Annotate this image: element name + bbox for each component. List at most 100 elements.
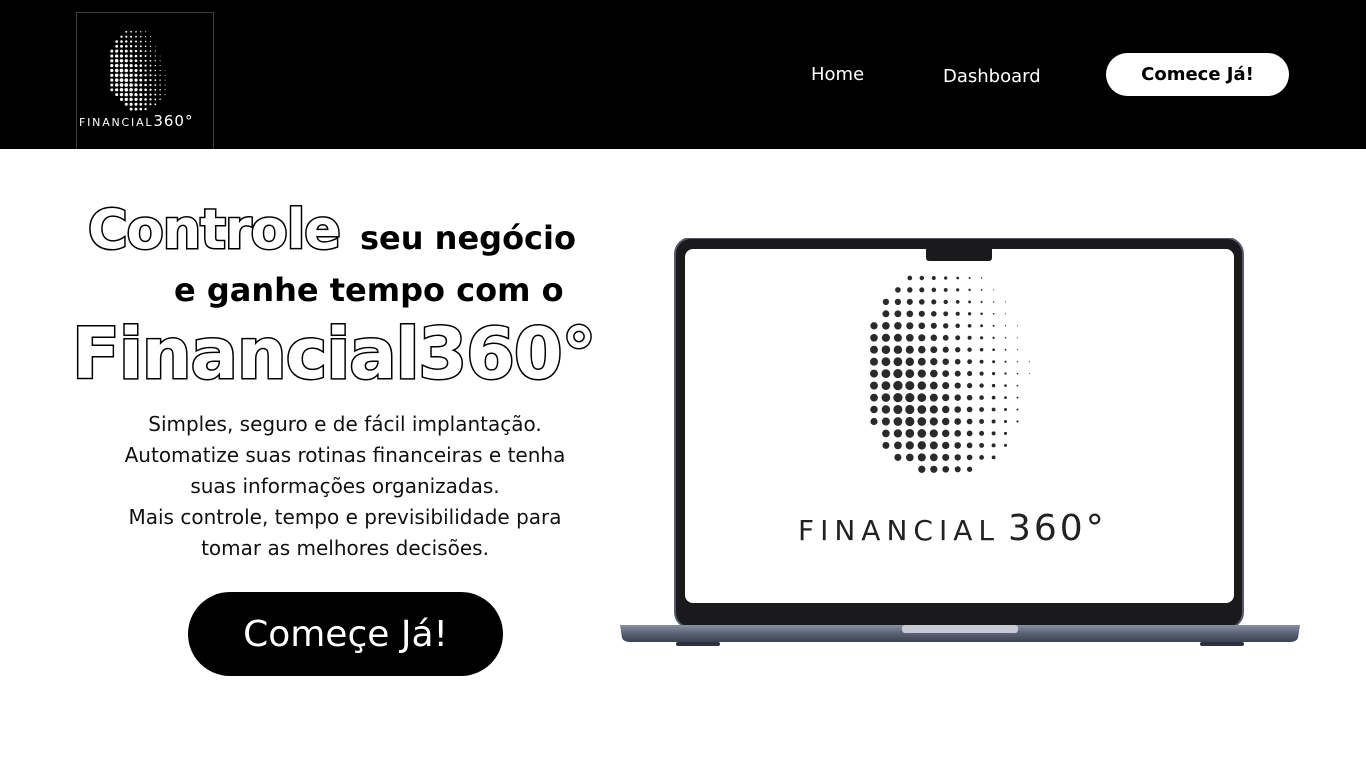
globe-dot: [144, 83, 147, 87]
globe-dot: [154, 79, 157, 81]
globe-dot: [139, 83, 143, 87]
nav-dashboard-link[interactable]: Dashboard: [943, 66, 1041, 87]
globe-dot: [119, 83, 124, 87]
globe-dot: [917, 417, 927, 426]
globe-dot: [1004, 325, 1007, 327]
globe-dot: [129, 68, 133, 73]
globe-dot: [954, 406, 961, 413]
globe-dot: [919, 287, 925, 293]
globe-dot: [1016, 408, 1019, 411]
globe-dot: [134, 107, 138, 111]
globe-dot: [129, 107, 133, 111]
globe-dot: [149, 98, 152, 101]
globe-dot: [149, 103, 152, 106]
globe-dot: [129, 54, 133, 58]
globe-dot: [967, 323, 972, 328]
globe-dot: [930, 465, 938, 473]
globe-dot: [134, 40, 138, 43]
globe-dot: [144, 107, 147, 111]
globe-dot: [139, 50, 142, 53]
top-header: FINANCIAL360° Home Dashboard Comece Já!: [0, 0, 1366, 149]
globe-dot: [907, 275, 913, 281]
globe-dot: [164, 74, 166, 76]
globe-dot: [144, 36, 147, 38]
laptop-foot-right: [1200, 642, 1244, 646]
logo[interactable]: FINANCIAL360°: [76, 12, 214, 149]
globe-dot: [1003, 419, 1008, 424]
globe-dot: [1004, 372, 1007, 375]
globe-dot: [893, 380, 903, 391]
globe-dot: [955, 335, 961, 341]
globe-dot: [893, 417, 903, 426]
globe-dot: [154, 60, 156, 62]
globe-dot: [906, 298, 913, 305]
globe-dot: [929, 441, 938, 450]
globe-dot: [1016, 420, 1019, 423]
globe-dot: [929, 381, 938, 390]
globe-dot: [119, 54, 124, 58]
globe-dot: [1016, 325, 1019, 327]
globe-dot: [966, 394, 973, 401]
globe-dot: [992, 360, 996, 364]
globe-dot: [149, 45, 152, 47]
globe-dot: [966, 406, 973, 413]
globe-dot: [980, 300, 983, 303]
globe-dot: [144, 59, 147, 62]
globe-dot: [115, 83, 119, 87]
globe-dot: [110, 63, 114, 68]
globe-dot: [1028, 361, 1030, 363]
globe-dot: [144, 78, 147, 82]
globe-dot: [918, 299, 925, 305]
globe-dot: [991, 371, 996, 376]
description-line: Simples, seguro e de fácil implantação.: [148, 412, 542, 436]
globe-dot: [980, 277, 983, 279]
globe-dot: [869, 369, 879, 378]
globe-dot: [119, 73, 124, 78]
globe-dot: [1016, 372, 1019, 375]
globe-dot: [905, 453, 914, 462]
globe-dot: [139, 73, 143, 77]
globe-dot: [134, 97, 138, 101]
globe-dot: [154, 88, 157, 91]
globe-dot: [119, 97, 124, 101]
globe-dot: [139, 45, 142, 48]
globe-dot: [144, 98, 147, 101]
globe-dot: [993, 289, 995, 291]
globe-dot: [893, 429, 903, 438]
globe-dot: [992, 312, 995, 315]
header-start-button[interactable]: Comece Já!: [1106, 53, 1289, 96]
globe-dot: [139, 93, 143, 97]
globe-dot: [134, 83, 138, 87]
globe-dot: [893, 357, 903, 367]
globe-dot: [881, 357, 891, 367]
globe-dot: [894, 322, 902, 330]
globe-dot: [129, 102, 133, 106]
globe-dot: [139, 102, 143, 106]
globe-dot: [125, 30, 128, 33]
globe-dot: [149, 79, 152, 82]
globe-dot: [124, 54, 128, 58]
globe-dot: [905, 345, 914, 354]
globe-dot: [941, 405, 950, 414]
globe-dot: [144, 40, 147, 43]
globe-dot: [134, 54, 138, 58]
globe-dot: [1004, 396, 1007, 399]
globe-dot: [124, 92, 129, 97]
globe-dot: [992, 348, 995, 352]
globe-dot: [124, 44, 128, 48]
laptop-foot-left: [676, 642, 720, 646]
nav-home-link[interactable]: Home: [811, 64, 864, 85]
globe-dot: [134, 102, 138, 106]
globe-dot: [134, 78, 138, 82]
globe-dot: [930, 322, 937, 329]
globe-dot: [991, 443, 996, 448]
globe-dot: [139, 88, 143, 92]
globe-dot: [893, 333, 902, 342]
hero-start-button[interactable]: Começe Já!: [188, 592, 503, 676]
headline-part-2: e ganhe tempo com o: [174, 271, 564, 309]
globe-dot: [124, 83, 129, 87]
globe-dot: [159, 79, 161, 81]
globe-dot: [139, 40, 142, 43]
globe-dot: [979, 359, 984, 364]
globe-dot: [110, 54, 114, 58]
